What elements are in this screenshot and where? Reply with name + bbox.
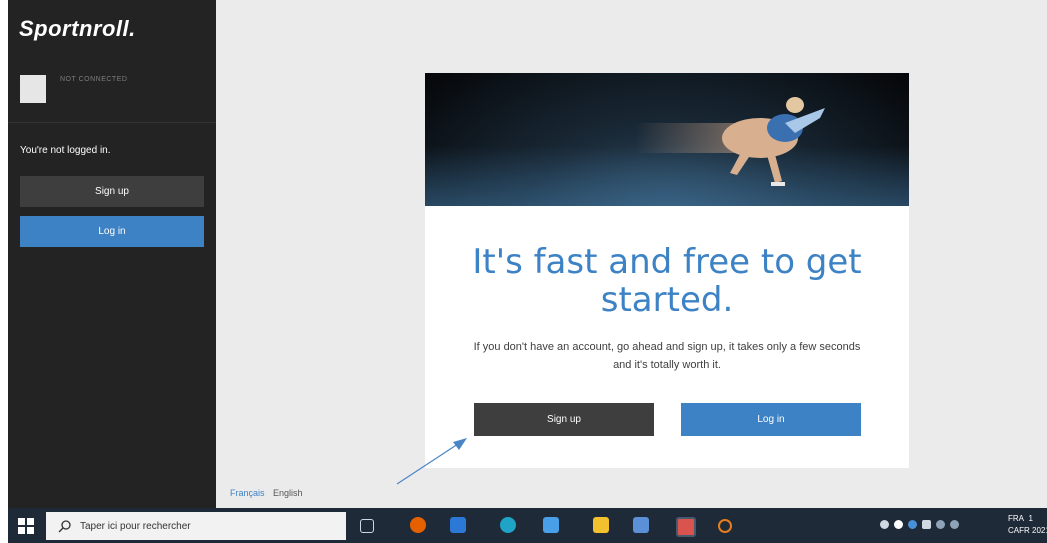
os-taskbar: Taper ici pour rechercher FRA 1 CAFR 202… — [8, 508, 1047, 543]
edge-icon[interactable] — [500, 517, 516, 533]
skater-figure-image — [635, 97, 825, 186]
network-icon[interactable] — [936, 520, 945, 529]
tray-clock[interactable]: FRA 1 CAFR 2021 — [1008, 513, 1047, 537]
system-tray[interactable] — [880, 517, 960, 533]
search-icon — [58, 520, 71, 533]
connection-status: NOT CONNECTED — [60, 76, 128, 83]
volume-icon[interactable] — [950, 520, 959, 529]
sidebar: Sportnroll. NOT CONNECTED You're not log… — [8, 0, 216, 508]
app-icon[interactable] — [633, 517, 649, 533]
store-icon[interactable] — [450, 517, 466, 533]
tray-region: CAFR — [1008, 526, 1030, 535]
battery-icon[interactable] — [922, 520, 931, 529]
signup-button[interactable]: Sign up — [474, 403, 654, 436]
clock-date: 2021 — [1032, 526, 1047, 535]
app-ring-icon[interactable] — [718, 519, 732, 533]
annotation-arrow-icon — [396, 438, 467, 485]
tray-lang: FRA — [1008, 514, 1024, 523]
signup-card: It's fast and free to get started. If yo… — [425, 73, 909, 468]
login-status-text: You're not logged in. — [20, 145, 111, 156]
tray-app-icon[interactable] — [894, 520, 903, 529]
app-logo[interactable]: Sportnroll. — [19, 16, 136, 42]
sidebar-signup-button[interactable]: Sign up — [20, 176, 204, 207]
sidebar-divider — [8, 122, 216, 123]
chevron-up-icon[interactable] — [880, 520, 889, 529]
tray-app2-icon[interactable] — [908, 520, 917, 529]
language-switcher: Français English — [230, 488, 303, 498]
lang-english-link[interactable]: English — [273, 488, 303, 498]
hero-image — [425, 73, 909, 206]
search-placeholder: Taper ici pour rechercher — [80, 520, 191, 532]
main-content: It's fast and free to get started. If yo… — [216, 0, 1047, 508]
taskbar-search-input[interactable]: Taper ici pour rechercher — [46, 512, 346, 540]
firefox-icon[interactable] — [410, 517, 426, 533]
file-explorer-icon[interactable] — [593, 517, 609, 533]
avatar — [20, 75, 46, 103]
clock-time: 1 — [1028, 514, 1033, 523]
headline: It's fast and free to get started. — [472, 242, 862, 320]
page-edge — [1040, 0, 1047, 508]
sidebar-login-button[interactable]: Log in — [20, 216, 204, 247]
subtext: If you don't have an account, go ahead a… — [473, 341, 861, 371]
login-button[interactable]: Log in — [681, 403, 861, 436]
active-app-icon[interactable] — [676, 517, 696, 537]
lang-french-link[interactable]: Français — [230, 488, 265, 498]
photos-icon[interactable] — [543, 517, 559, 533]
task-view-icon[interactable] — [360, 519, 374, 533]
windows-start-icon[interactable] — [18, 518, 34, 534]
app-window: Sportnroll. NOT CONNECTED You're not log… — [0, 0, 1047, 543]
